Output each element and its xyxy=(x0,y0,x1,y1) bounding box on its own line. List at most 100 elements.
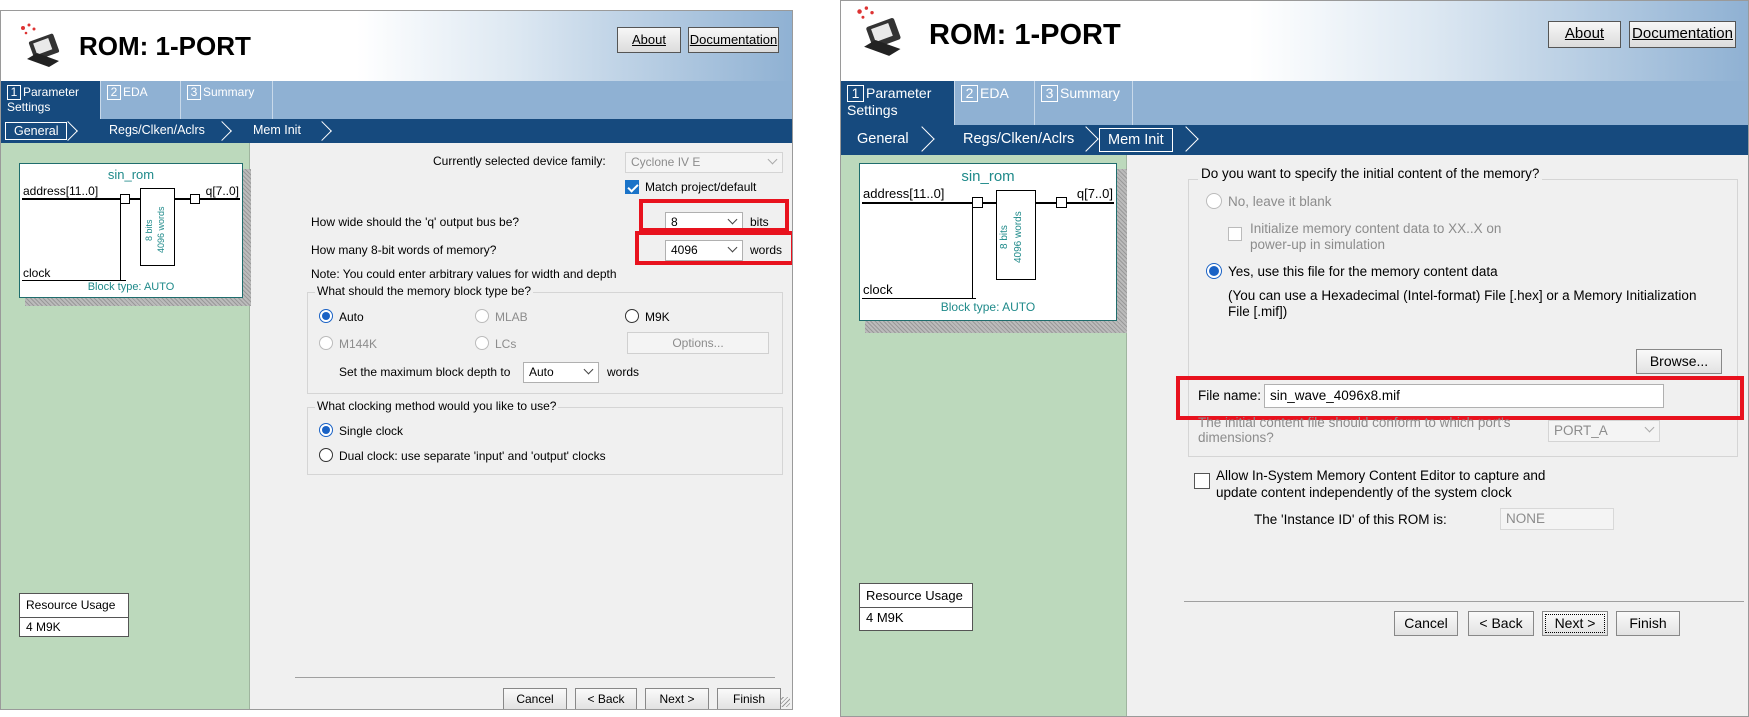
tab-label: EDA xyxy=(123,85,148,99)
documentation-button[interactable]: Documentation xyxy=(688,27,779,53)
resize-grip-icon[interactable] xyxy=(780,697,790,707)
clocking-group-label: What clocking method would you like to u… xyxy=(315,399,559,413)
memory-editor-label: Allow In-System Memory Content Editor to… xyxy=(1216,468,1546,500)
tab-parameter-settings[interactable]: 1 Parameter Settings xyxy=(841,81,955,125)
chevron-down-icon xyxy=(1644,422,1655,433)
tab-summary[interactable]: 3 Summary xyxy=(1035,81,1133,125)
block-mlab-radio[interactable] xyxy=(475,309,489,323)
max-depth-select[interactable]: Auto xyxy=(523,362,599,383)
tab-label: EDA xyxy=(980,85,1009,101)
address-port: address[11..0] xyxy=(23,184,99,198)
footer-separator xyxy=(1184,601,1744,602)
clock-port: clock xyxy=(863,282,893,297)
block-m144k-radio[interactable] xyxy=(319,336,333,350)
crumb-regs-clken-aclrs[interactable]: Regs/Clken/Aclrs xyxy=(101,122,213,140)
tab-number: 2 xyxy=(107,85,121,100)
use-file-label: Yes, use this file for the memory conten… xyxy=(1228,264,1498,279)
q-port: q[7..0] xyxy=(205,184,239,198)
cancel-button[interactable]: Cancel xyxy=(1394,611,1458,636)
tab-summary[interactable]: 3 Summary xyxy=(181,81,273,119)
file-format-hint: (You can use a Hexadecimal (Intel-format… xyxy=(1228,288,1697,319)
megawizard-logo-icon xyxy=(857,6,901,56)
sidebar: sin_rom address[11..0] q[7..0] 8 bits 40… xyxy=(841,155,1127,716)
match-project-checkbox[interactable] xyxy=(625,180,639,194)
wizard-title: ROM: 1-PORT xyxy=(79,31,251,61)
cancel-button[interactable]: Cancel xyxy=(503,688,567,709)
tab-bar: 1 Parameter Settings 2 EDA 3 Summary xyxy=(841,81,1748,125)
tab-eda[interactable]: 2 EDA xyxy=(101,81,181,119)
use-file-radio[interactable] xyxy=(1206,263,1222,279)
block-m144k-label: M144K xyxy=(339,337,378,351)
crumb-general[interactable]: General xyxy=(849,128,917,152)
resource-usage-header: Resource Usage xyxy=(20,594,128,618)
data-bus xyxy=(22,198,240,200)
port-value: PORT_A xyxy=(1554,423,1608,438)
resource-usage-value: 4 M9K xyxy=(26,620,61,634)
single-clock-label: Single clock xyxy=(339,424,404,438)
clocking-group xyxy=(307,407,783,475)
next-button[interactable]: Next > xyxy=(1542,611,1608,636)
megawizard-logo-icon xyxy=(21,23,60,67)
match-project-label: Match project/default xyxy=(645,180,757,194)
chevron-right-icon xyxy=(312,121,332,141)
leave-blank-label: No, leave it blank xyxy=(1228,194,1332,209)
memory-editor-checkbox[interactable] xyxy=(1194,473,1210,489)
resource-usage-value: 4 M9K xyxy=(866,610,904,625)
max-depth-value: Auto xyxy=(529,365,554,379)
block-type-group-label: What should the memory block type be? xyxy=(315,284,534,298)
address-register xyxy=(972,197,983,208)
finish-button[interactable]: Finish xyxy=(1616,611,1680,636)
about-button[interactable]: About xyxy=(617,27,681,53)
crumb-mem-init[interactable]: Mem Init xyxy=(1099,128,1173,152)
block-lcs-radio[interactable] xyxy=(475,336,489,350)
back-button[interactable]: < Back xyxy=(575,688,637,709)
block-lcs-label: LCs xyxy=(495,337,517,351)
resource-usage: Resource Usage 4 M9K xyxy=(859,583,973,631)
tab-number: 3 xyxy=(1041,85,1058,102)
block-type-label: Block type: AUTO xyxy=(87,281,175,293)
about-button[interactable]: About xyxy=(1548,21,1621,48)
chevron-right-icon xyxy=(1173,126,1199,152)
finish-button[interactable]: Finish xyxy=(717,688,781,709)
tab-number: 1 xyxy=(7,85,21,100)
next-button[interactable]: Next > xyxy=(645,688,709,709)
back-button[interactable]: < Back xyxy=(1468,611,1534,636)
address-port: address[11..0] xyxy=(863,186,945,201)
single-clock-radio[interactable] xyxy=(319,423,333,437)
leave-blank-radio[interactable] xyxy=(1206,193,1222,209)
block-type-label: Block type: AUTO xyxy=(940,300,1036,314)
block-mlab-label: MLAB xyxy=(495,310,528,324)
chevron-down-icon xyxy=(767,154,778,165)
arbitrary-values-note: Note: You could enter arbitrary values f… xyxy=(311,267,617,281)
tab-bar: 1 Parameter Settings 2 EDA 3 Summary xyxy=(1,81,792,119)
tab-parameter-settings[interactable]: 1 Parameter Settings xyxy=(1,81,101,119)
options-button[interactable]: Options... xyxy=(627,332,769,354)
block-m9k-radio[interactable] xyxy=(625,309,639,323)
q-port: q[7..0] xyxy=(1076,186,1113,201)
rom-symbol: sin_rom address[11..0] q[7..0] 8 bits 40… xyxy=(859,163,1117,321)
clock-port: clock xyxy=(23,266,51,280)
highlight-file-name xyxy=(1176,376,1744,420)
crumb-regs-clken-aclrs[interactable]: Regs/Clken/Aclrs xyxy=(955,128,1082,152)
max-depth-unit: words xyxy=(607,365,640,379)
tab-label: Summary xyxy=(203,85,255,99)
symbol-name: sin_rom xyxy=(961,168,1015,185)
dual-clock-radio[interactable] xyxy=(319,448,333,462)
device-family-select: Cyclone IV E xyxy=(625,152,783,173)
instance-id-input: NONE xyxy=(1500,508,1614,530)
documentation-button[interactable]: Documentation xyxy=(1629,21,1736,48)
highlight-width xyxy=(639,199,789,232)
wizard-header: ROM: 1-PORT About Documentation xyxy=(1,11,792,81)
block-auto-radio[interactable] xyxy=(319,309,333,323)
tab-eda[interactable]: 2 EDA xyxy=(955,81,1035,125)
browse-button[interactable]: Browse... xyxy=(1636,349,1722,374)
tab-number: 1 xyxy=(847,85,864,102)
init-content-question: Do you want to specify the initial conte… xyxy=(1198,166,1543,181)
symbol-name: sin_rom xyxy=(107,167,155,182)
block-m9k-label: M9K xyxy=(645,310,670,324)
main-panel: Currently selected device family: Cyclon… xyxy=(251,143,792,709)
words-label: How many 8-bit words of memory? xyxy=(311,243,497,257)
bits-label: 8 bits xyxy=(999,225,1010,249)
crumb-mem-init[interactable]: Mem Init xyxy=(245,122,309,140)
init-xx-checkbox[interactable] xyxy=(1228,227,1242,241)
